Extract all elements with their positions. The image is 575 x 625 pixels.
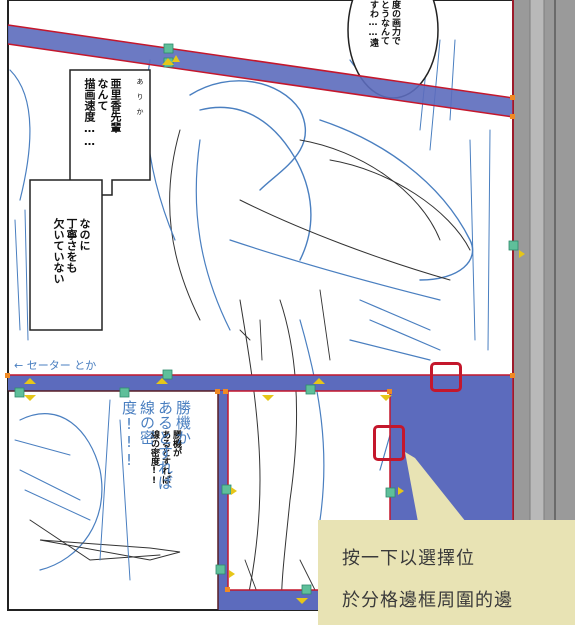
handle-middle-1[interactable]	[162, 369, 173, 380]
panel-border-lower-middle[interactable]	[218, 391, 228, 610]
handle-lower-left-1[interactable]	[14, 387, 25, 398]
handle-lower-left-2[interactable]	[119, 387, 130, 398]
callout-line-2: 於分格邊框周圍的邊	[342, 590, 513, 611]
handle-top-left[interactable]	[163, 43, 174, 54]
handle-right-mid[interactable]	[508, 240, 519, 251]
balloon-text-left-bottom: なのに 丁寧さをも 欠いていない	[52, 218, 91, 284]
balloon-text-top-right: 度の画力で とうなんて すわ……遠	[368, 0, 400, 47]
handle-lower-mid-1[interactable]	[221, 484, 232, 495]
highlight-border-corner	[430, 362, 462, 392]
handle-bottom[interactable]	[301, 584, 312, 595]
highlight-border-edge	[373, 425, 405, 461]
handle-lower-mid-3[interactable]	[385, 487, 396, 498]
handle-middle-2[interactable]	[305, 384, 316, 395]
sketch-note-draft: 勝機か あるとすれば 線の密度!!!	[120, 400, 192, 490]
sketch-note-sweater: ← セーター とか	[14, 359, 97, 372]
callout-line-1: 按一下以選擇位	[342, 548, 475, 569]
handle-lower-mid-2[interactable]	[215, 564, 226, 575]
instruction-callout: 按一下以選擇位 於分格邊框周圍的邊	[318, 520, 575, 625]
balloon-text-left-top: 亜里香先輩 なんて 描画速度……	[83, 78, 122, 148]
balloon-ruby: あ り か	[136, 78, 144, 115]
